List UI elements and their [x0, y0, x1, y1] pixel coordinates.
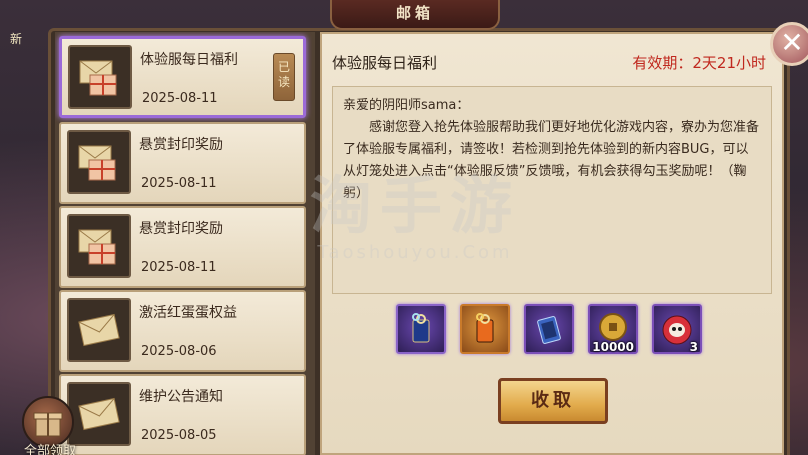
read-status-tag: 已读: [273, 53, 295, 101]
mailbox-title: 邮箱: [330, 0, 500, 30]
mail-item-selected[interactable]: 体验服每日福利 2025-08-11 已读: [59, 36, 306, 118]
envelope-icon: [67, 298, 131, 362]
mail-detail-panel: 体验服每日福利 有效期：2天21小时 亲爱的阴阳师sama： 感谢您登入抢先体验…: [320, 32, 784, 455]
daruma-icon[interactable]: 3: [652, 304, 702, 354]
blue-ticket-icon[interactable]: [524, 304, 574, 354]
close-icon[interactable]: ✕: [770, 22, 808, 66]
mail-item[interactable]: 维护公告通知 2025-08-05: [59, 374, 306, 455]
mail-title: 悬赏封印奖励: [139, 137, 223, 153]
gold-coin-icon[interactable]: 10000: [588, 304, 638, 354]
mail-title: 悬赏封印奖励: [139, 221, 223, 237]
claim-button[interactable]: 收取: [498, 378, 608, 424]
envelope-gift-icon: [68, 45, 132, 109]
mail-title: 激活红蛋蛋权益: [139, 305, 237, 321]
claim-all-label: 全部领取: [23, 444, 76, 455]
reward-count: 3: [689, 340, 698, 354]
mail-date: 2025-08-06: [141, 344, 217, 359]
mail-item[interactable]: 悬赏封印奖励 2025-08-11: [59, 122, 306, 204]
mail-title: 维护公告通知: [139, 389, 223, 405]
reward-count: 10000: [592, 340, 634, 354]
detail-title: 体验服每日福利: [332, 54, 438, 72]
envelope-gift-icon: [67, 130, 131, 194]
blue-charm-icon[interactable]: [396, 304, 446, 354]
reward-list: 10000 3: [396, 304, 706, 362]
mail-body: 感谢您登入抢先体验服帮助我们更好地优化游戏内容，寮办为您准备了体验服专属福利，请…: [343, 120, 760, 201]
mail-title: 体验服每日福利: [140, 52, 238, 68]
mail-date: 2025-08-11: [141, 260, 217, 275]
mail-date: 2025-08-05: [141, 428, 217, 443]
mail-list[interactable]: 体验服每日福利 2025-08-11 已读 悬赏封印奖励 2025-08-11: [55, 32, 315, 455]
mail-greeting: 亲爱的阴阳师sama：: [343, 98, 470, 113]
mail-item[interactable]: 激活红蛋蛋权益 2025-08-06: [59, 290, 306, 372]
side-new-tag: 新: [10, 32, 23, 46]
mail-item[interactable]: 悬赏封印奖励 2025-08-11: [59, 206, 306, 288]
mail-date: 2025-08-11: [141, 176, 217, 191]
claim-all-button[interactable]: 全部领取: [14, 396, 84, 455]
orange-charm-icon[interactable]: [460, 304, 510, 354]
mail-date: 2025-08-11: [142, 91, 218, 106]
envelope-gift-icon: [67, 214, 131, 278]
mail-content: 亲爱的阴阳师sama： 感谢您登入抢先体验服帮助我们更好地优化游戏内容，寮办为您…: [332, 86, 772, 294]
validity-text: 有效期：2天21小时: [632, 54, 766, 72]
